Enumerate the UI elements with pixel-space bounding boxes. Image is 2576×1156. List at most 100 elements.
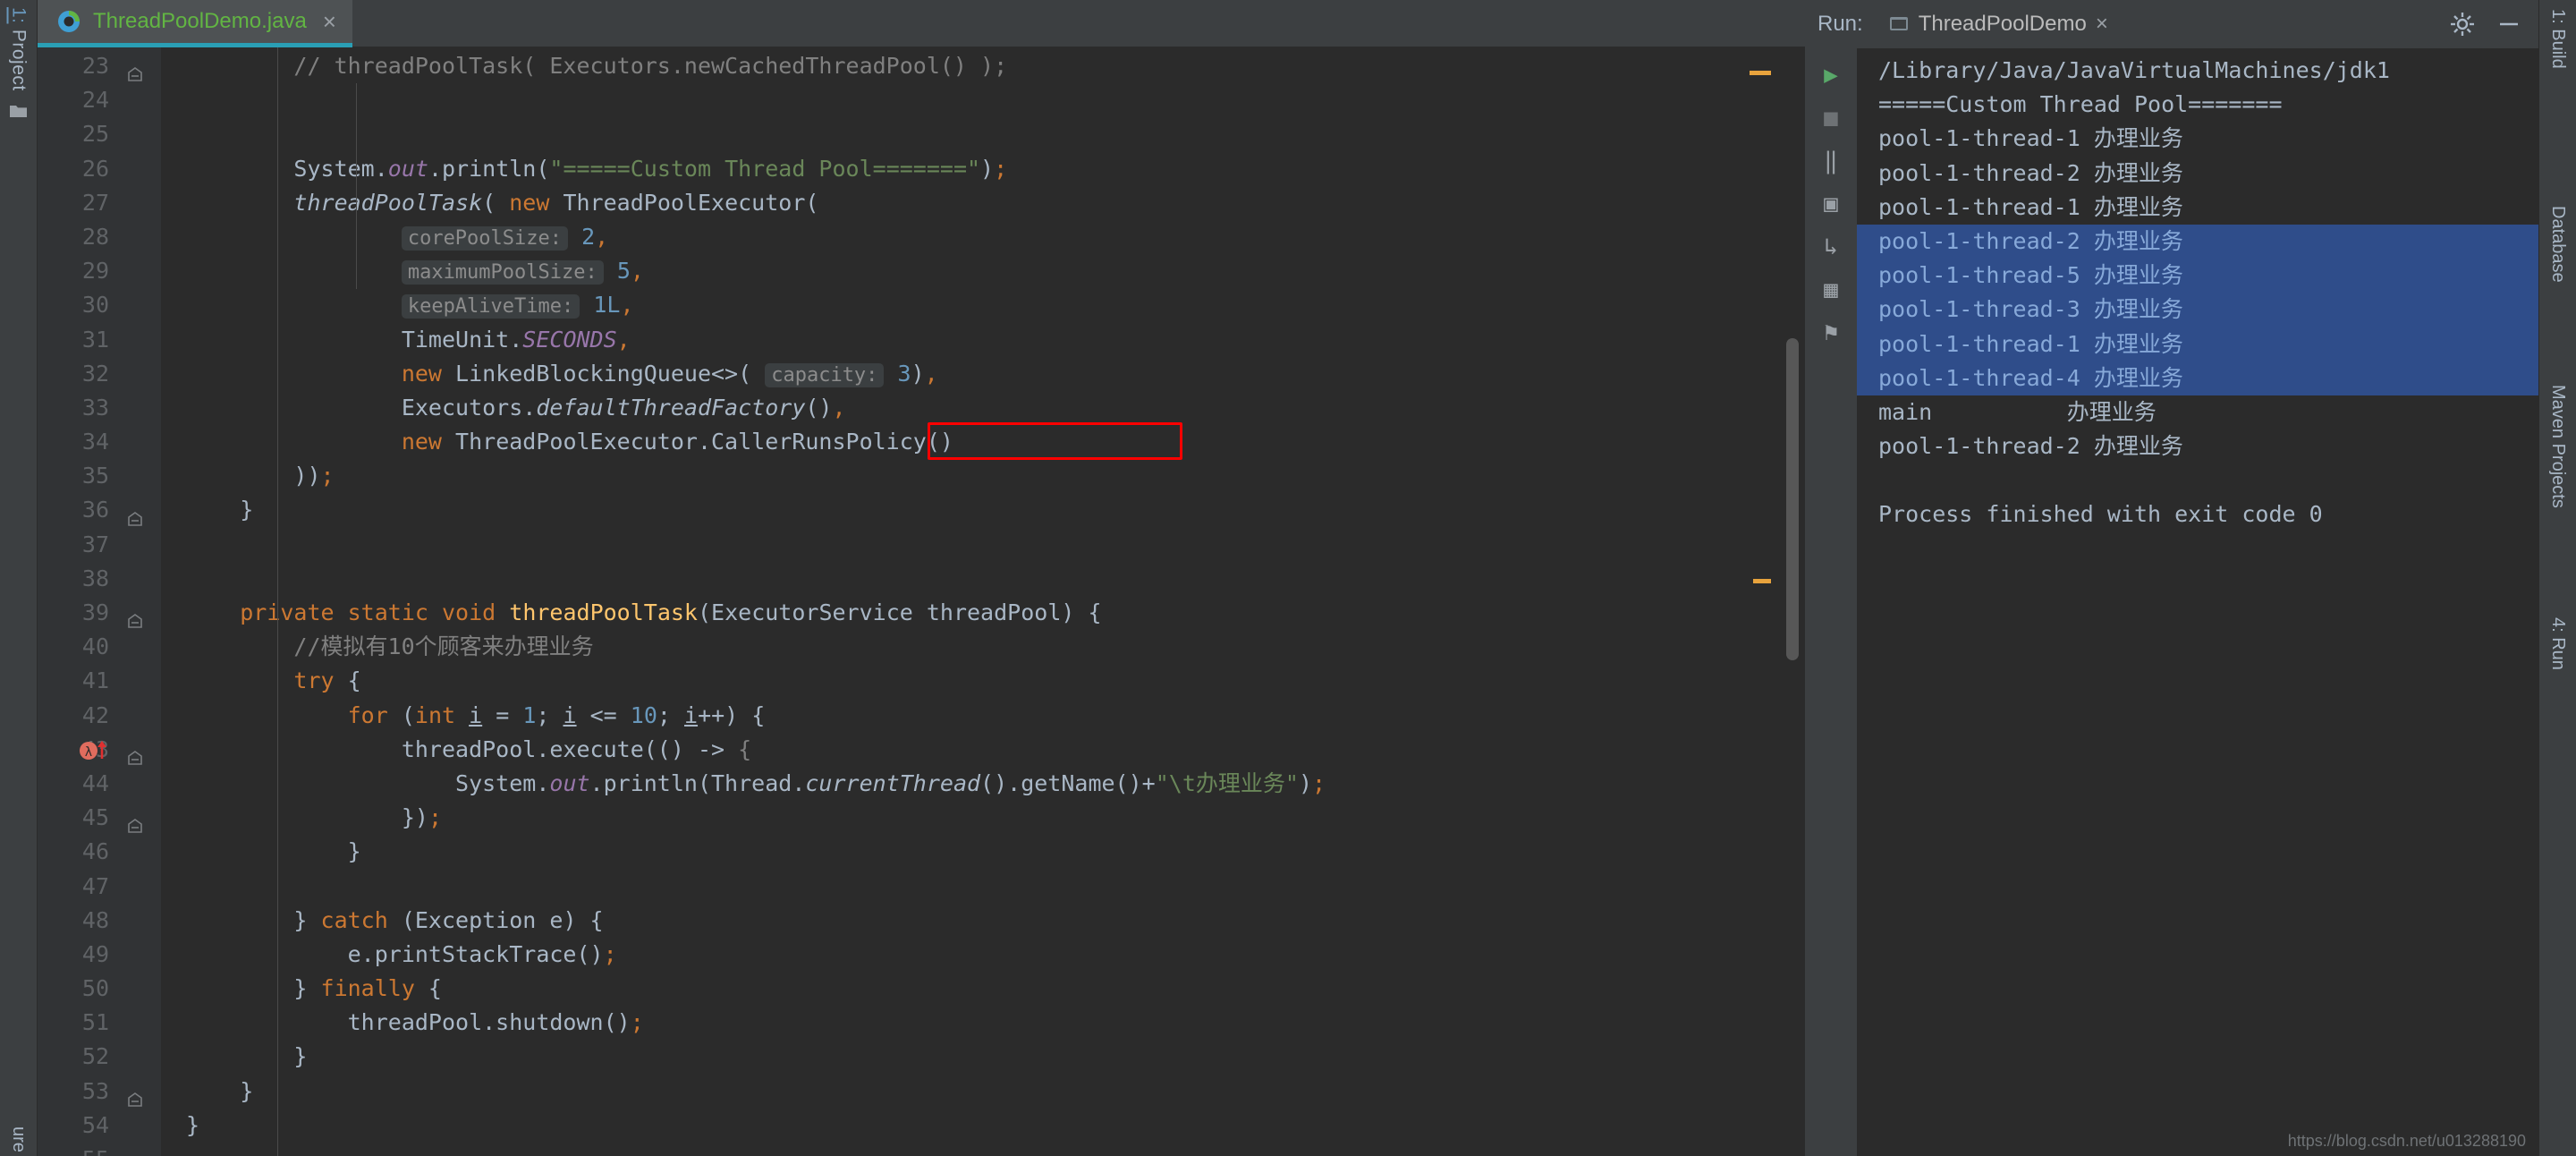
layout-icon[interactable]: ▦	[1809, 270, 1852, 310]
line-number: 24	[81, 87, 109, 114]
code-line[interactable]: });	[161, 801, 1780, 835]
run-label: Run:	[1818, 12, 1863, 36]
line-number: 45	[38, 801, 161, 835]
code-line[interactable]: } finally {	[161, 972, 1780, 1006]
close-icon[interactable]: ×	[2096, 12, 2108, 37]
line-number: 41	[81, 667, 109, 694]
right-tool-rail: 1: Build Database Maven Projects 4: Run	[2538, 0, 2576, 1156]
line-number: 28	[81, 223, 109, 250]
console-line: pool-1-thread-1 办理业务	[1878, 125, 2183, 152]
run-button[interactable]: ▶	[1809, 55, 1852, 95]
tool-window-database[interactable]: Database	[2547, 206, 2568, 283]
run-panel-header: Run: ThreadPoolDemo ×	[1805, 0, 2538, 48]
pin-icon[interactable]: ⚑	[1809, 313, 1852, 353]
code-editor[interactable]: 23 24 25 26 27 28 29 30 31 32 33 34 35 36 37 38 39 40 41 42…	[38, 47, 1805, 1156]
code-line[interactable]: e.printStackTrace();	[161, 938, 1780, 972]
sidebar-item-project[interactable]: 1: Project	[8, 7, 30, 91]
code-line[interactable]: corePoolSize: 2,	[161, 220, 1780, 254]
code-line[interactable]: threadPool.execute(() -> {	[161, 733, 1780, 767]
code-line[interactable]	[161, 870, 1780, 904]
stop-button[interactable]: ■	[1809, 98, 1852, 138]
editor-scrollbar-thumb[interactable]	[1786, 338, 1799, 660]
editor-gutter[interactable]: 23 24 25 26 27 28 29 30 31 32 33 34 35 36 37 38 39 40 41 42…	[38, 47, 161, 1156]
folder-icon[interactable]	[9, 103, 29, 119]
code-line[interactable]: }	[161, 1109, 1780, 1143]
code-line[interactable]: ));	[161, 459, 1780, 493]
camera-icon[interactable]: ▣	[1809, 184, 1852, 224]
code-line[interactable]	[161, 1143, 1780, 1156]
code-line[interactable]: System.out.println(Thread.currentThread(…	[161, 767, 1780, 801]
warning-stripe-top[interactable]	[1750, 71, 1771, 75]
line-number: 53	[38, 1075, 161, 1109]
editor-scrollbar[interactable]	[1780, 47, 1805, 1156]
line-number: 46	[81, 838, 109, 865]
code-line[interactable]: keepAliveTime: 1L,	[161, 288, 1780, 322]
code-line[interactable]	[161, 117, 1780, 151]
sidebar-item-structure[interactable]: ure	[8, 1126, 29, 1152]
java-class-icon	[55, 8, 82, 35]
code-line[interactable]: threadPool.shutdown();	[161, 1006, 1780, 1040]
tool-window-build[interactable]: 1: Build	[2547, 9, 2568, 69]
close-icon[interactable]: ×	[318, 10, 336, 33]
code-line[interactable]: }	[161, 1040, 1780, 1074]
run-tab-label: ThreadPoolDemo	[1918, 12, 2087, 36]
code-line[interactable]: private static void threadPoolTask(Execu…	[161, 596, 1780, 630]
line-number: 40	[81, 633, 109, 660]
run-panel-body: ▶ ■ ‖ ▣ ↳ ▦ ⚑ https://blog.csdn.net/u013288190…	[1805, 48, 2538, 1156]
code-line[interactable]: for (int i = 1; i <= 10; i++) {	[161, 699, 1780, 733]
fold-marker-icon[interactable]	[127, 742, 143, 765]
code-line[interactable]	[161, 562, 1780, 596]
code-line[interactable]: try {	[161, 664, 1780, 698]
line-number: 37	[81, 531, 109, 557]
console-line: pool-1-thread-2 办理业务	[1878, 159, 2183, 186]
line-number: 50	[81, 975, 109, 1002]
code-line[interactable]: }	[161, 1075, 1780, 1109]
lambda-gutter-icon[interactable]: λ	[79, 738, 118, 761]
run-toolbar[interactable]: ▶ ■ ‖ ▣ ↳ ▦ ⚑	[1805, 48, 1857, 1156]
line-number: 52	[81, 1043, 109, 1070]
code-line[interactable]	[161, 83, 1780, 117]
line-number: 51	[81, 1009, 109, 1036]
line-number: 27	[81, 189, 109, 216]
code-line[interactable]: } catch (Exception e) {	[161, 904, 1780, 938]
code-line[interactable]: }	[161, 835, 1780, 869]
gear-icon[interactable]	[2449, 11, 2476, 38]
editor-tab-label: ThreadPoolDemo.java	[93, 9, 307, 33]
tool-window-run[interactable]: 4: Run	[2547, 617, 2568, 670]
code-line[interactable]: maximumPoolSize: 5,	[161, 254, 1780, 288]
export-icon[interactable]: ↳	[1809, 227, 1852, 267]
editor-tab-threadpooldemo[interactable]: ThreadPoolDemo.java ×	[38, 0, 352, 47]
fold-marker-icon[interactable]	[127, 1084, 143, 1107]
fold-marker-icon[interactable]	[127, 503, 143, 526]
line-number: 42	[81, 701, 109, 728]
fold-marker-icon[interactable]	[127, 810, 143, 834]
fold-marker-icon[interactable]	[127, 58, 143, 81]
fold-marker-icon[interactable]	[127, 605, 143, 628]
code-line[interactable]: //模拟有10个顾客来办理业务	[161, 630, 1780, 664]
console-line: pool-1-thread-1 办理业务	[1857, 327, 2538, 361]
code-line[interactable]: new LinkedBlockingQueue<>( capacity: 3),	[161, 357, 1780, 391]
console-output[interactable]: https://blog.csdn.net/u013288190 /Librar…	[1857, 48, 2538, 1156]
line-number: 32	[81, 360, 109, 387]
pause-button[interactable]: ‖	[1809, 141, 1852, 181]
code-line[interactable]: }	[161, 493, 1780, 527]
code-line[interactable]: TimeUnit.SECONDS,	[161, 323, 1780, 357]
run-config-icon	[1888, 13, 1910, 35]
warning-stripe-mid[interactable]	[1753, 579, 1771, 583]
line-number: 35	[81, 463, 109, 489]
code-viewport[interactable]: // threadPoolTask( Executors.newCachedTh…	[161, 47, 1780, 1156]
code-line[interactable]: threadPoolTask( new ThreadPoolExecutor(	[161, 186, 1780, 220]
left-tool-rail: 1: Project ure	[0, 0, 38, 1156]
code-line[interactable]: System.out.println("=====Custom Thread P…	[161, 152, 1780, 186]
tool-window-maven[interactable]: Maven Projects	[2547, 385, 2568, 508]
console-line: Process finished with exit code 0	[1878, 501, 2323, 528]
code-line[interactable]: Executors.defaultThreadFactory(),	[161, 391, 1780, 425]
line-number: 38	[81, 565, 109, 591]
code-line[interactable]: new ThreadPoolExecutor.CallerRunsPolicy(…	[161, 425, 1780, 459]
console-line: pool-1-thread-2 办理业务	[1878, 433, 2183, 460]
run-tab-threadpooldemo[interactable]: ThreadPoolDemo ×	[1877, 12, 2119, 37]
minimize-icon[interactable]	[2496, 11, 2522, 38]
code-line[interactable]: // threadPoolTask( Executors.newCachedTh…	[161, 49, 1780, 83]
code-line[interactable]	[161, 528, 1780, 562]
